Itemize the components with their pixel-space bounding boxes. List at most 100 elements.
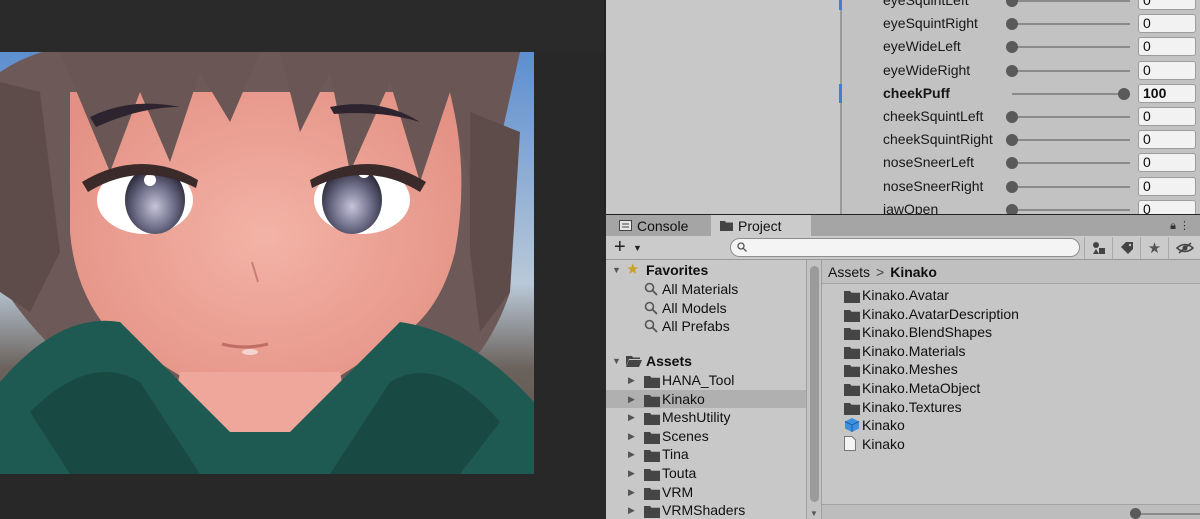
tab-console[interactable]: Console	[610, 215, 710, 237]
blendshape-slider[interactable]	[1012, 208, 1130, 211]
folder-label: Tina	[662, 446, 689, 463]
blendshape-row: noseSneerLeft 0	[842, 151, 1200, 174]
folder-label: Kinako	[662, 390, 705, 407]
asset-item[interactable]: Kinako.BlendShapes	[822, 323, 1200, 341]
blendshape-slider[interactable]	[1012, 23, 1130, 26]
asset-item[interactable]: Kinako.AvatarDescription	[822, 305, 1200, 323]
blendshape-label: noseSneerRight	[883, 177, 984, 194]
expand-arrow-icon[interactable]: ▶	[628, 427, 638, 445]
asset-item[interactable]: Kinako	[822, 435, 1200, 453]
lock-icon[interactable]: 🔒︎ ⋮	[1170, 219, 1190, 233]
asset-browser-footer	[822, 504, 1200, 519]
blendshape-value-field[interactable]: 0	[1138, 37, 1196, 57]
blendshape-slider-handle[interactable]	[1006, 41, 1018, 54]
expand-arrow-icon[interactable]: ▼	[612, 352, 622, 370]
tree-favorites[interactable]: ▼ ★ Favorites	[606, 261, 806, 279]
open-folder-icon	[626, 356, 642, 367]
blendshape-slider-handle[interactable]	[1006, 157, 1018, 170]
blendshape-slider-handle[interactable]	[1006, 18, 1018, 31]
blendshape-value-field[interactable]: 0	[1138, 14, 1196, 34]
breadcrumb-root[interactable]: Assets	[828, 264, 870, 280]
blendshape-slider[interactable]	[1012, 69, 1130, 72]
blendshape-row: cheekSquintLeft 0	[842, 105, 1200, 128]
file-icon	[844, 435, 856, 455]
search-icon	[644, 282, 658, 296]
expand-arrow-icon[interactable]: ▼	[612, 261, 622, 279]
blendshape-value-field[interactable]: 0	[1138, 60, 1196, 80]
search-input[interactable]	[753, 240, 1073, 255]
expand-arrow-icon[interactable]: ▶	[628, 390, 638, 408]
character-face-render	[0, 52, 534, 474]
expand-arrow-icon[interactable]: ▶	[628, 408, 638, 426]
expand-arrow-icon[interactable]: ▶	[628, 483, 638, 501]
asset-item[interactable]: Kinako.Textures	[822, 398, 1200, 416]
blendshape-slider[interactable]	[1012, 185, 1130, 188]
blendshape-slider[interactable]	[1012, 46, 1130, 49]
blendshape-value-field[interactable]: 100	[1138, 83, 1196, 103]
blendshape-label: noseSneerLeft	[883, 154, 975, 171]
blendshape-value-field[interactable]: 0	[1138, 153, 1196, 173]
tree-folder-item[interactable]: ▶ Tina	[606, 445, 806, 463]
breadcrumb-current[interactable]: Kinako	[890, 264, 937, 280]
favorite-button[interactable]: ★	[1140, 237, 1168, 259]
scene-view	[0, 0, 604, 519]
blendshape-slider-handle[interactable]	[1006, 64, 1018, 77]
blendshape-value-field[interactable]: 0	[1138, 107, 1196, 126]
folder-label: VRM	[662, 483, 694, 500]
asset-item[interactable]: Kinako.Materials	[822, 342, 1200, 360]
asset-item[interactable]: Kinako.Meshes	[822, 360, 1200, 378]
tab-project[interactable]: Project	[711, 215, 811, 237]
expand-arrow-icon[interactable]: ▶	[628, 501, 638, 519]
asset-item[interactable]: Kinako.MetaObject	[822, 379, 1200, 397]
tree-folder-item[interactable]: ▶ VRM	[606, 483, 806, 501]
blendshape-value-field[interactable]: 0	[1138, 130, 1196, 150]
inspector-panel: eyeSquintLeft 0 eyeSquintRight 0 eyeWideLeft…	[604, 0, 1200, 219]
blendshape-slider-handle[interactable]	[1118, 87, 1130, 100]
scroll-down-arrow-icon[interactable]: ▼	[810, 509, 818, 518]
blendshape-value-field[interactable]: 0	[1138, 176, 1196, 196]
label-tag-icon	[1120, 242, 1133, 254]
blendshape-row: eyeWideLeft 0	[842, 35, 1200, 58]
blendshape-slider[interactable]	[1012, 139, 1130, 142]
tree-scrollbar[interactable]: ▼	[806, 260, 822, 519]
asset-item[interactable]: Kinako	[822, 416, 1200, 434]
blendshape-slider-handle[interactable]	[1006, 180, 1018, 193]
tree-assets[interactable]: ▼ Assets	[606, 352, 806, 370]
search-field[interactable]	[730, 238, 1080, 257]
blendshape-label: eyeWideRight	[883, 61, 971, 78]
toggle-visibility-button[interactable]	[1168, 237, 1200, 259]
expand-arrow-icon[interactable]: ▶	[628, 464, 638, 482]
blendshape-slider[interactable]	[1012, 162, 1130, 165]
tree-folder-item[interactable]: ▶ Touta	[606, 464, 806, 482]
blendshape-value-field[interactable]: 0	[1138, 0, 1196, 10]
tree-folder-item[interactable]: ▶ Scenes	[606, 427, 806, 445]
blendshape-slider[interactable]	[1012, 0, 1130, 2]
tree-folder-item[interactable]: ▶ VRMShaders	[606, 501, 806, 519]
filter-by-label-button[interactable]	[1112, 237, 1140, 259]
blendshape-slider-handle[interactable]	[1006, 134, 1018, 147]
favorite-item[interactable]: All Materials	[606, 280, 806, 298]
scene-viewport[interactable]	[0, 52, 534, 474]
blendshape-slider-handle[interactable]	[1006, 0, 1018, 7]
asset-item[interactable]: Kinako.Avatar	[822, 286, 1200, 304]
blendshape-label: cheekPuff	[883, 84, 950, 101]
expand-arrow-icon[interactable]: ▶	[628, 445, 638, 463]
blendshape-slider[interactable]	[1012, 92, 1130, 95]
icon-size-slider-handle[interactable]	[1130, 508, 1141, 519]
favorite-item[interactable]: All Prefabs	[606, 317, 806, 335]
blendshape-slider[interactable]	[1012, 116, 1130, 118]
star-icon: ★	[1147, 240, 1162, 257]
expand-arrow-icon[interactable]: ▶	[628, 371, 638, 389]
tree-folder-item[interactable]: ▶ Kinako	[606, 389, 806, 408]
breadcrumb-separator: >	[876, 264, 885, 280]
folder-label: MeshUtility	[662, 409, 731, 426]
blendshape-slider-handle[interactable]	[1006, 111, 1018, 123]
tree-folder-item[interactable]: ▶ MeshUtility	[606, 408, 806, 426]
tab-console-label: Console	[637, 218, 689, 234]
scrollbar-thumb[interactable]	[810, 266, 819, 502]
filter-by-type-button[interactable]	[1084, 237, 1112, 259]
tree-folder-item[interactable]: ▶ HANA_Tool	[606, 371, 806, 389]
favorite-item[interactable]: All Models	[606, 299, 806, 317]
create-button[interactable]: + ▼	[614, 237, 644, 257]
asset-label: Kinako.Textures	[862, 398, 962, 415]
